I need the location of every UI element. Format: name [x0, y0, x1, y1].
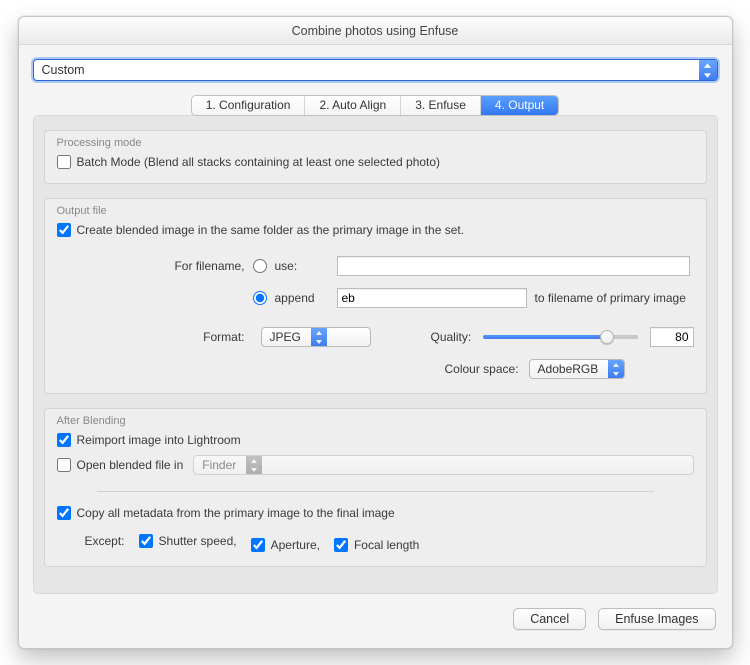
chevron-down-icon — [246, 465, 262, 474]
format-label: Format: — [145, 330, 245, 344]
chevron-down-icon — [311, 337, 327, 346]
colour-space-row: Colour space: AdobeRGB — [57, 359, 694, 379]
filename-use-radio-label: use: — [275, 259, 329, 273]
format-select[interactable]: JPEG — [261, 327, 371, 347]
open-in-value: Finder — [194, 456, 246, 474]
batch-mode-checkbox[interactable] — [57, 155, 71, 169]
colour-space-select[interactable]: AdobeRGB — [529, 359, 626, 379]
dialog-content: Custom 1. Configuration 2. Auto Align 3.… — [19, 45, 732, 648]
output-panel: Processing mode Batch Mode (Blend all st… — [33, 115, 718, 594]
tab-output[interactable]: 4. Output — [481, 96, 558, 115]
reimport-checkbox[interactable] — [57, 433, 71, 447]
dialog-window: Combine photos using Enfuse Custom 1. Co… — [18, 16, 733, 649]
except-label: Except: — [85, 534, 125, 548]
tab-bar: 1. Configuration 2. Auto Align 3. Enfuse… — [33, 95, 718, 116]
fieldset-after-blending: After Blending Reimport image into Light… — [44, 408, 707, 567]
chevron-up-icon — [608, 360, 624, 369]
open-in-checkbox[interactable] — [57, 458, 71, 472]
quality-input[interactable] — [650, 327, 694, 347]
chevron-up-icon — [246, 456, 262, 465]
filename-append-radio-label: append — [275, 291, 329, 305]
except-aperture-label: Aperture, — [271, 538, 320, 552]
chevron-down-icon — [699, 70, 717, 80]
legend-processing-mode: Processing mode — [57, 137, 694, 149]
copy-metadata-label: Copy all metadata from the primary image… — [77, 506, 395, 520]
fieldset-output-file: Output file Create blended image in the … — [44, 198, 707, 394]
filename-append-input[interactable] — [337, 288, 527, 308]
copy-metadata-checkbox[interactable] — [57, 506, 71, 520]
format-value: JPEG — [262, 328, 311, 346]
except-aperture-checkbox[interactable] — [251, 538, 265, 552]
preset-row: Custom — [33, 59, 718, 81]
preset-stepper[interactable] — [699, 60, 717, 80]
divider — [97, 491, 654, 492]
colour-space-stepper[interactable] — [608, 360, 624, 378]
preset-combobox[interactable]: Custom — [33, 59, 718, 81]
chevron-up-icon — [699, 60, 717, 70]
colour-space-value: AdobeRGB — [530, 360, 609, 378]
fieldset-processing-mode: Processing mode Batch Mode (Blend all st… — [44, 130, 707, 184]
window-title: Combine photos using Enfuse — [19, 17, 732, 45]
same-folder-checkbox[interactable] — [57, 223, 71, 237]
quality-slider[interactable] — [483, 335, 637, 339]
quality-label: Quality: — [431, 330, 472, 344]
open-in-select[interactable]: Finder — [193, 455, 693, 475]
except-focal-label: Focal length — [354, 538, 419, 552]
tab-enfuse[interactable]: 3. Enfuse — [401, 96, 481, 115]
filename-append-suffix: to filename of primary image — [535, 291, 686, 305]
except-shutter-label: Shutter speed, — [159, 534, 237, 548]
preset-value: Custom — [34, 60, 699, 80]
same-folder-label: Create blended image in the same folder … — [77, 223, 465, 237]
except-focal-checkbox[interactable] — [334, 538, 348, 552]
legend-output-file: Output file — [57, 205, 694, 217]
filename-use-input[interactable] — [337, 256, 690, 276]
chevron-down-icon — [608, 369, 624, 378]
filename-append-radio[interactable] — [253, 291, 267, 305]
reimport-label: Reimport image into Lightroom — [77, 433, 241, 447]
cancel-button[interactable]: Cancel — [513, 608, 586, 630]
tab-auto-align[interactable]: 2. Auto Align — [305, 96, 401, 115]
colour-space-label: Colour space: — [445, 362, 519, 376]
filename-block: For filename, use: append to filename of… — [57, 255, 694, 309]
enfuse-images-button[interactable]: Enfuse Images — [598, 608, 715, 630]
format-stepper[interactable] — [311, 328, 327, 346]
open-in-stepper[interactable] — [246, 456, 262, 474]
tab-group: 1. Configuration 2. Auto Align 3. Enfuse… — [191, 95, 560, 116]
tab-configuration[interactable]: 1. Configuration — [192, 96, 306, 115]
format-row: Format: JPEG Quality: — [57, 327, 694, 347]
open-in-label: Open blended file in — [77, 458, 184, 472]
chevron-up-icon — [311, 328, 327, 337]
dialog-footer: Cancel Enfuse Images — [33, 594, 718, 630]
batch-mode-label: Batch Mode (Blend all stacks containing … — [77, 155, 441, 169]
except-shutter-checkbox[interactable] — [139, 534, 153, 548]
slider-thumb[interactable] — [600, 330, 614, 344]
filename-use-radio[interactable] — [253, 259, 267, 273]
legend-after-blending: After Blending — [57, 415, 694, 427]
for-filename-label: For filename, — [145, 259, 245, 273]
